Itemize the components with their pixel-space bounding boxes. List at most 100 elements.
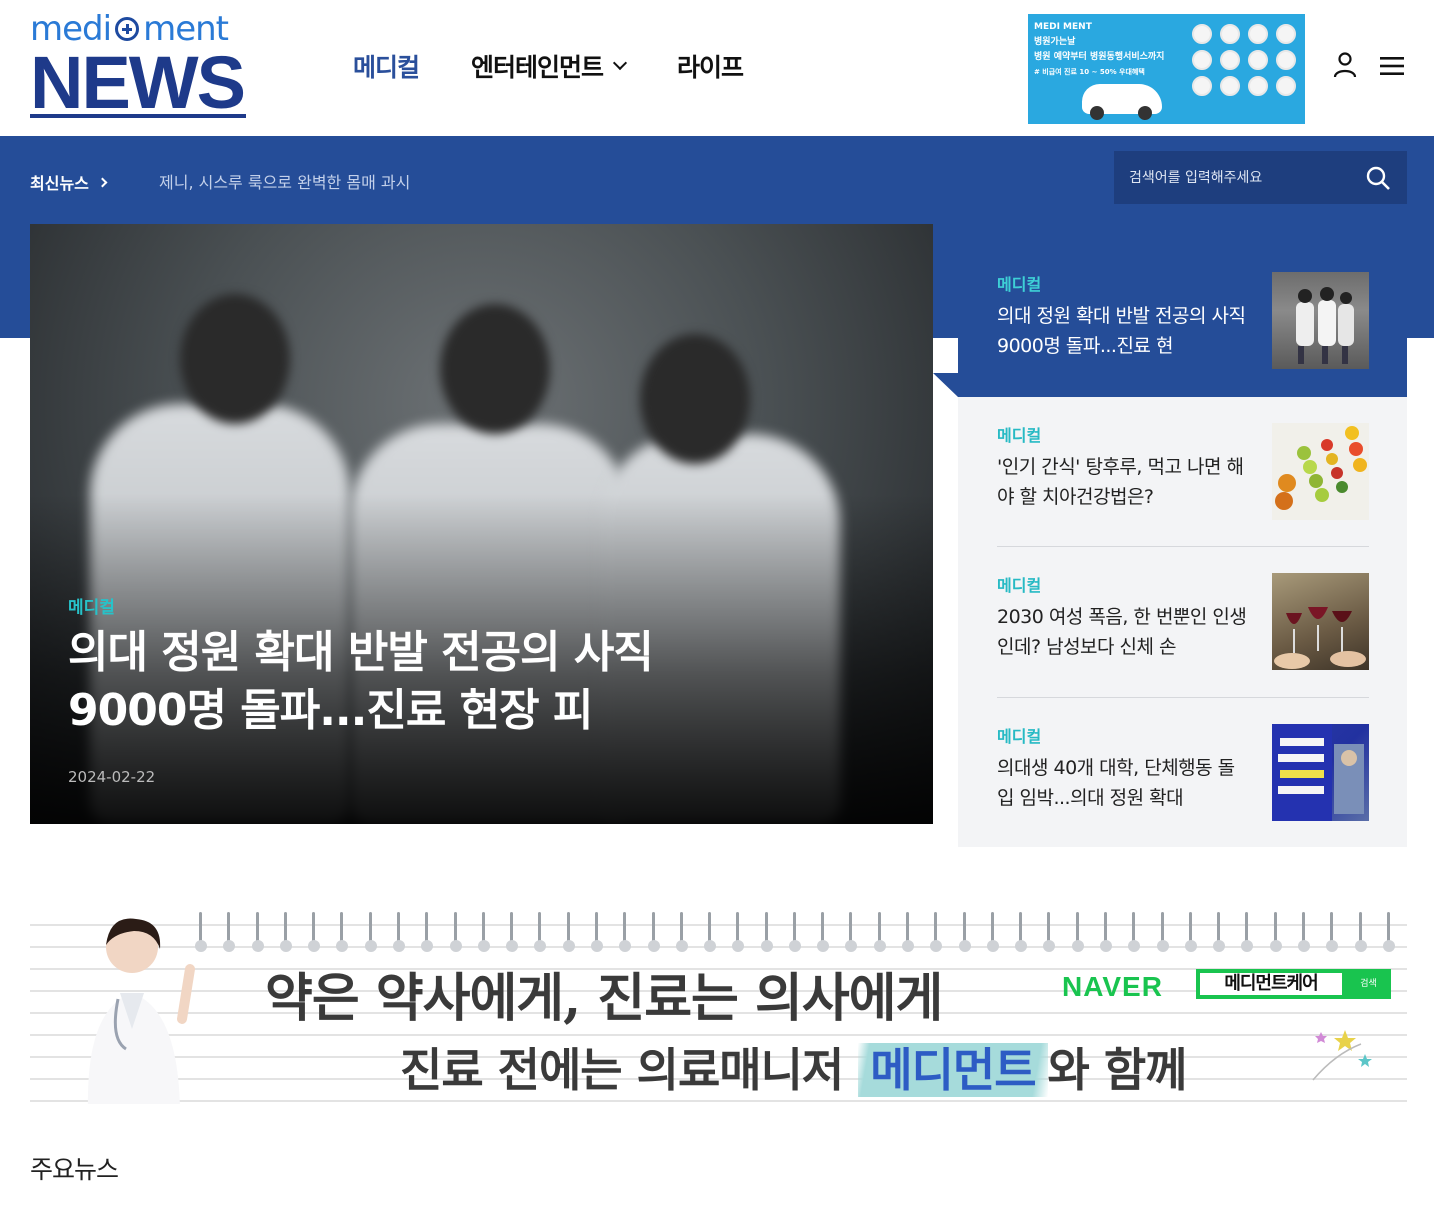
wine-glasses-image <box>1274 607 1366 669</box>
banner-subline: 진료 전에는 의료매니저 메디먼트 와 함께 <box>400 1034 1188 1100</box>
face-icon <box>1192 24 1212 44</box>
hero-article[interactable]: 메디컬 의대 정원 확대 반발 전공의 사직 9000명 돌파...진료 현장 … <box>30 224 933 824</box>
ring-icon <box>1015 912 1028 954</box>
tanghulu-image <box>1272 423 1369 520</box>
ring-icon <box>1269 912 1282 954</box>
ring-icon <box>1213 912 1226 954</box>
ring-icon <box>873 912 886 954</box>
latest-news-link[interactable]: 최신뉴스 <box>30 170 108 194</box>
ring-icon <box>392 912 405 954</box>
side-item-title: 2030 여성 폭음, 한 번뿐인 인생인데? 남성보다 신체 손 <box>997 606 1247 658</box>
latest-news-label: 최신뉴스 <box>30 174 89 193</box>
side-news-item[interactable]: 메디컬 '인기 간식' 탕후루, 먹고 나면 해야 할 치아건강법은? <box>997 394 1369 544</box>
naver-logo: NAVER <box>1062 971 1163 1002</box>
car-image <box>1082 84 1162 120</box>
ring-icon <box>1128 912 1141 954</box>
header-ad-banner[interactable]: MEDI MENT 병원가는날 병원 예약부터 병원동행서비스까지 # 비급여 … <box>1028 14 1305 124</box>
face-icon <box>1220 24 1240 44</box>
doctors-image <box>1296 287 1354 364</box>
ring-icon <box>1043 912 1056 954</box>
side-item-title: 의대 정원 확대 반발 전공의 사직 9000명 돌파...진료 현 <box>997 305 1246 357</box>
side-news-item[interactable]: 메디컬 의대 정원 확대 반발 전공의 사직 9000명 돌파...진료 현 <box>997 243 1369 393</box>
ring-icon <box>534 912 547 954</box>
ring-icon <box>421 912 434 954</box>
banner-headline: 약은 약사에게, 진료는 의사에게 <box>265 968 943 1029</box>
notebook-rings <box>195 912 1395 954</box>
side-item-thumbnail <box>1272 724 1369 821</box>
ring-icon <box>506 912 519 954</box>
face-icon <box>1192 50 1212 70</box>
hero-date: 2024-02-22 <box>68 768 156 786</box>
side-item-category: 메디컬 <box>997 275 1042 294</box>
side-item-thumbnail <box>1272 423 1369 520</box>
face-icon <box>1276 24 1296 44</box>
face-icon <box>1220 76 1240 96</box>
banner-subline-post: 와 함께 <box>1047 1043 1188 1097</box>
chevron-right-icon <box>97 177 108 187</box>
ring-icon <box>845 912 858 954</box>
news-ticker[interactable]: 제니, 시스루 룩으로 완벽한 몸매 과시 <box>159 169 410 193</box>
ring-icon <box>732 912 745 954</box>
site-header: medi ment NEWS 메디컬 엔터테인먼트 라이프 MEDI MENT … <box>0 0 1434 136</box>
ring-icon <box>477 912 490 954</box>
active-pointer <box>933 373 958 397</box>
side-news-item[interactable]: 메디컬 2030 여성 폭음, 한 번뿐인 인생인데? 남성보다 신체 손 <box>997 544 1369 694</box>
ring-icon <box>1100 912 1112 954</box>
site-logo[interactable]: medi ment NEWS <box>30 10 250 122</box>
ad-line-3: # 비급여 진료 10 ~ 50% 우대혜택 <box>1034 68 1145 76</box>
ring-icon <box>986 912 999 954</box>
nav-label: 메디컬 <box>353 53 420 82</box>
nav-label: 라이프 <box>677 53 744 82</box>
ad-brand: MEDI MENT <box>1034 22 1092 32</box>
search-box <box>1114 151 1407 204</box>
ring-icon <box>902 912 915 954</box>
side-item-title: '인기 간식' 탕후루, 먹고 나면 해야 할 치아건강법은? <box>997 456 1244 508</box>
ad-line-1: 병원가는날 <box>1034 37 1076 47</box>
search-input[interactable] <box>1114 169 1344 186</box>
ad-line-2: 병원 예약부터 병원동행서비스까지 <box>1034 52 1165 62</box>
ring-icon <box>1382 912 1395 954</box>
nav-item-life[interactable]: 라이프 <box>677 48 744 84</box>
section-title-main-news: 주요뉴스 <box>30 1155 119 1184</box>
user-icon[interactable] <box>1333 52 1357 78</box>
face-icon <box>1248 24 1268 44</box>
promo-banner[interactable]: 약은 약사에게, 진료는 의사에게 진료 전에는 의료매니저 메디먼트 와 함께 … <box>30 904 1407 1104</box>
ring-icon <box>817 912 830 954</box>
search-icon[interactable] <box>1365 165 1391 191</box>
ring-icon <box>449 912 462 954</box>
ring-icon <box>279 912 292 954</box>
naver-search-button: 검색 <box>1346 969 1391 999</box>
ring-icon <box>930 912 943 954</box>
ring-icon <box>1326 912 1339 954</box>
face-icon <box>1192 76 1212 96</box>
nav-item-entertainment[interactable]: 엔터테인먼트 <box>471 48 628 84</box>
ring-icon <box>675 912 688 954</box>
face-icon <box>1276 76 1296 96</box>
ring-icon <box>1071 912 1084 954</box>
ring-icon <box>364 912 377 954</box>
ring-icon <box>336 912 349 954</box>
ring-icon <box>308 912 321 954</box>
hero-title[interactable]: 의대 정원 확대 반발 전공의 사직 9000명 돌파...진료 현장 피 <box>68 624 668 740</box>
hamburger-menu-icon[interactable] <box>1380 56 1404 76</box>
face-icon <box>1220 50 1240 70</box>
protest-banner-image <box>1272 724 1364 821</box>
hero-category: 메디컬 <box>68 598 115 618</box>
nav-item-medical[interactable]: 메디컬 <box>353 48 420 84</box>
ring-icon <box>1241 912 1254 954</box>
banner-brand-highlight: 메디먼트 <box>858 1043 1048 1097</box>
ring-icon <box>251 912 264 954</box>
ring-icon <box>223 912 236 954</box>
ring-icon <box>1184 912 1197 954</box>
face-icon <box>1248 50 1268 70</box>
side-item-category: 메디컬 <box>997 426 1042 445</box>
banner-subline-pre: 진료 전에는 의료매니저 <box>400 1043 859 1097</box>
ring-icon <box>1156 912 1169 954</box>
side-item-thumbnail <box>1272 272 1369 369</box>
face-icon <box>1276 50 1296 70</box>
ring-icon <box>562 912 575 954</box>
ring-icon <box>647 912 660 954</box>
side-news-item[interactable]: 메디컬 의대생 40개 대학, 단체행동 돌입 임박...의대 정원 확대 <box>997 695 1369 845</box>
ring-icon <box>1354 912 1367 954</box>
side-item-thumbnail <box>1272 573 1369 670</box>
